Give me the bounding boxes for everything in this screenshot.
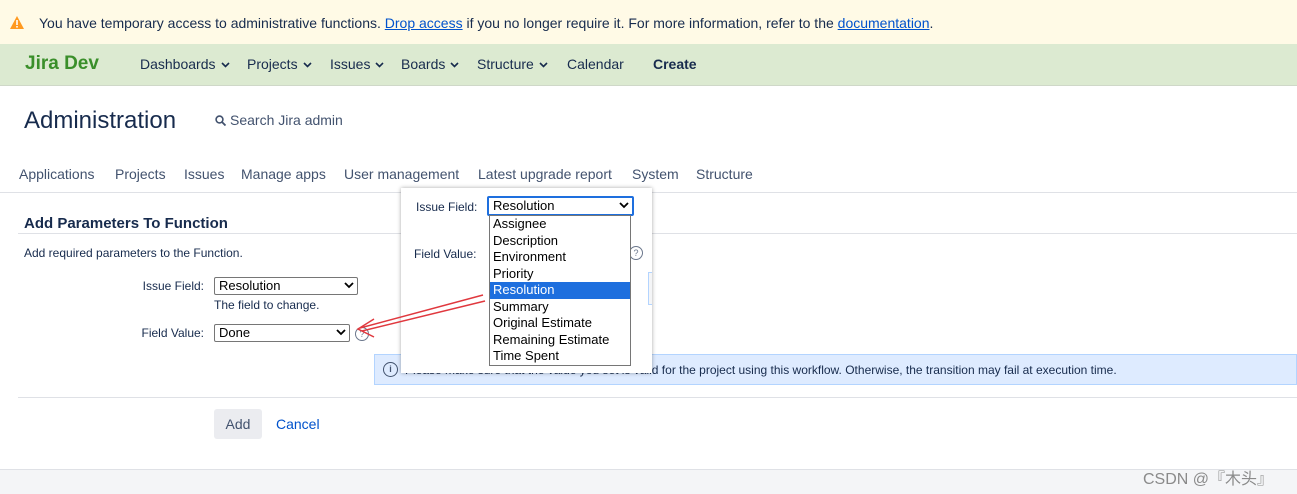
- chevron-down-icon: [303, 62, 312, 68]
- jira-logo[interactable]: Jira Dev: [25, 53, 99, 75]
- dropdown-option[interactable]: Time Spent: [490, 348, 630, 365]
- dropdown-option[interactable]: Remaining Estimate: [490, 332, 630, 349]
- search-icon: [215, 115, 227, 127]
- info-icon: i: [383, 362, 398, 377]
- banner-text: You have temporary access to administrat…: [39, 15, 933, 31]
- chevron-down-icon: [539, 62, 548, 68]
- issue-field-label: Issue Field:: [142, 279, 204, 293]
- tab-projects[interactable]: Projects: [115, 166, 166, 182]
- issue-field-dropdown-list: Assignee Description Environment Priorit…: [489, 215, 631, 366]
- tab-structure[interactable]: Structure: [696, 166, 753, 182]
- chevron-down-icon: [220, 62, 230, 68]
- nav-calendar[interactable]: Calendar: [567, 56, 624, 72]
- page-title: Administration: [24, 107, 177, 134]
- nav-issues-label: Issues: [330, 56, 371, 72]
- popup-issue-field-select[interactable]: Resolution: [487, 196, 634, 216]
- popup-field-edge: [648, 272, 652, 305]
- nav-projects-label: Projects: [247, 56, 298, 72]
- dropdown-option[interactable]: Description: [490, 233, 630, 250]
- nav-calendar-label: Calendar: [567, 56, 624, 72]
- tab-manage-apps[interactable]: Manage apps: [241, 166, 326, 182]
- dropdown-option-highlighted[interactable]: Resolution: [490, 282, 630, 299]
- chevron-down-icon: [619, 202, 629, 209]
- annotation-arrow: [356, 294, 486, 338]
- admin-search-label: Search Jira admin: [230, 112, 343, 128]
- nav-projects[interactable]: Projects: [247, 56, 312, 72]
- nav-dashboards[interactable]: Dashboards: [140, 56, 230, 72]
- chevron-down-icon: [375, 62, 385, 68]
- popup-issue-field-selected-value: Resolution: [493, 198, 555, 213]
- dropdown-option[interactable]: Assignee: [490, 216, 630, 233]
- tab-user-management[interactable]: User management: [344, 166, 459, 182]
- add-button[interactable]: Add: [214, 409, 262, 439]
- divider: [18, 233, 1297, 234]
- page-footer: [0, 469, 1297, 494]
- tab-latest-upgrade-report[interactable]: Latest upgrade report: [478, 166, 612, 182]
- field-value-selected-value: Done: [219, 325, 251, 340]
- field-value-select[interactable]: Done: [214, 324, 350, 342]
- dropdown-option[interactable]: Summary: [490, 299, 630, 316]
- tab-applications[interactable]: Applications: [19, 166, 95, 182]
- nav-dashboards-label: Dashboards: [140, 56, 216, 72]
- watermark-text: CSDN @『木头』: [1143, 471, 1274, 488]
- cancel-link[interactable]: Cancel: [276, 416, 320, 432]
- form-description: Add required parameters to the Function.: [24, 246, 243, 260]
- dropdown-option[interactable]: Environment: [490, 249, 630, 266]
- tab-system[interactable]: System: [632, 166, 679, 182]
- tab-issues[interactable]: Issues: [184, 166, 224, 182]
- nav-issues[interactable]: Issues: [330, 56, 385, 72]
- banner-text-after: .: [929, 15, 934, 31]
- popup-issue-field-label: Issue Field:: [416, 200, 478, 214]
- nav-structure[interactable]: Structure: [477, 56, 548, 72]
- issue-field-select[interactable]: Resolution: [214, 277, 358, 295]
- popup-field-value-label: Field Value:: [414, 247, 477, 261]
- nav-boards[interactable]: Boards: [401, 56, 459, 72]
- create-button[interactable]: Create: [653, 56, 697, 72]
- documentation-link[interactable]: documentation: [838, 15, 930, 31]
- banner-text-before: You have temporary access to administrat…: [39, 15, 381, 31]
- nav-boards-label: Boards: [401, 56, 446, 72]
- warning-icon: [10, 16, 24, 29]
- nav-structure-label: Structure: [477, 56, 534, 72]
- chevron-down-icon: [450, 62, 459, 68]
- dropdown-option[interactable]: Priority: [490, 266, 630, 283]
- field-value-label: Field Value:: [141, 326, 204, 340]
- banner-text-middle: if you no longer require it. For more in…: [466, 15, 834, 31]
- issue-field-selected-value: Resolution: [219, 278, 281, 293]
- help-icon[interactable]: ?: [629, 246, 643, 260]
- drop-access-link[interactable]: Drop access: [385, 15, 463, 31]
- dropdown-option[interactable]: Original Estimate: [490, 315, 630, 332]
- issue-field-hint: The field to change.: [214, 298, 320, 312]
- form-title: Add Parameters To Function: [24, 215, 228, 232]
- admin-search-button[interactable]: Search Jira admin: [215, 112, 343, 128]
- divider: [18, 397, 1297, 398]
